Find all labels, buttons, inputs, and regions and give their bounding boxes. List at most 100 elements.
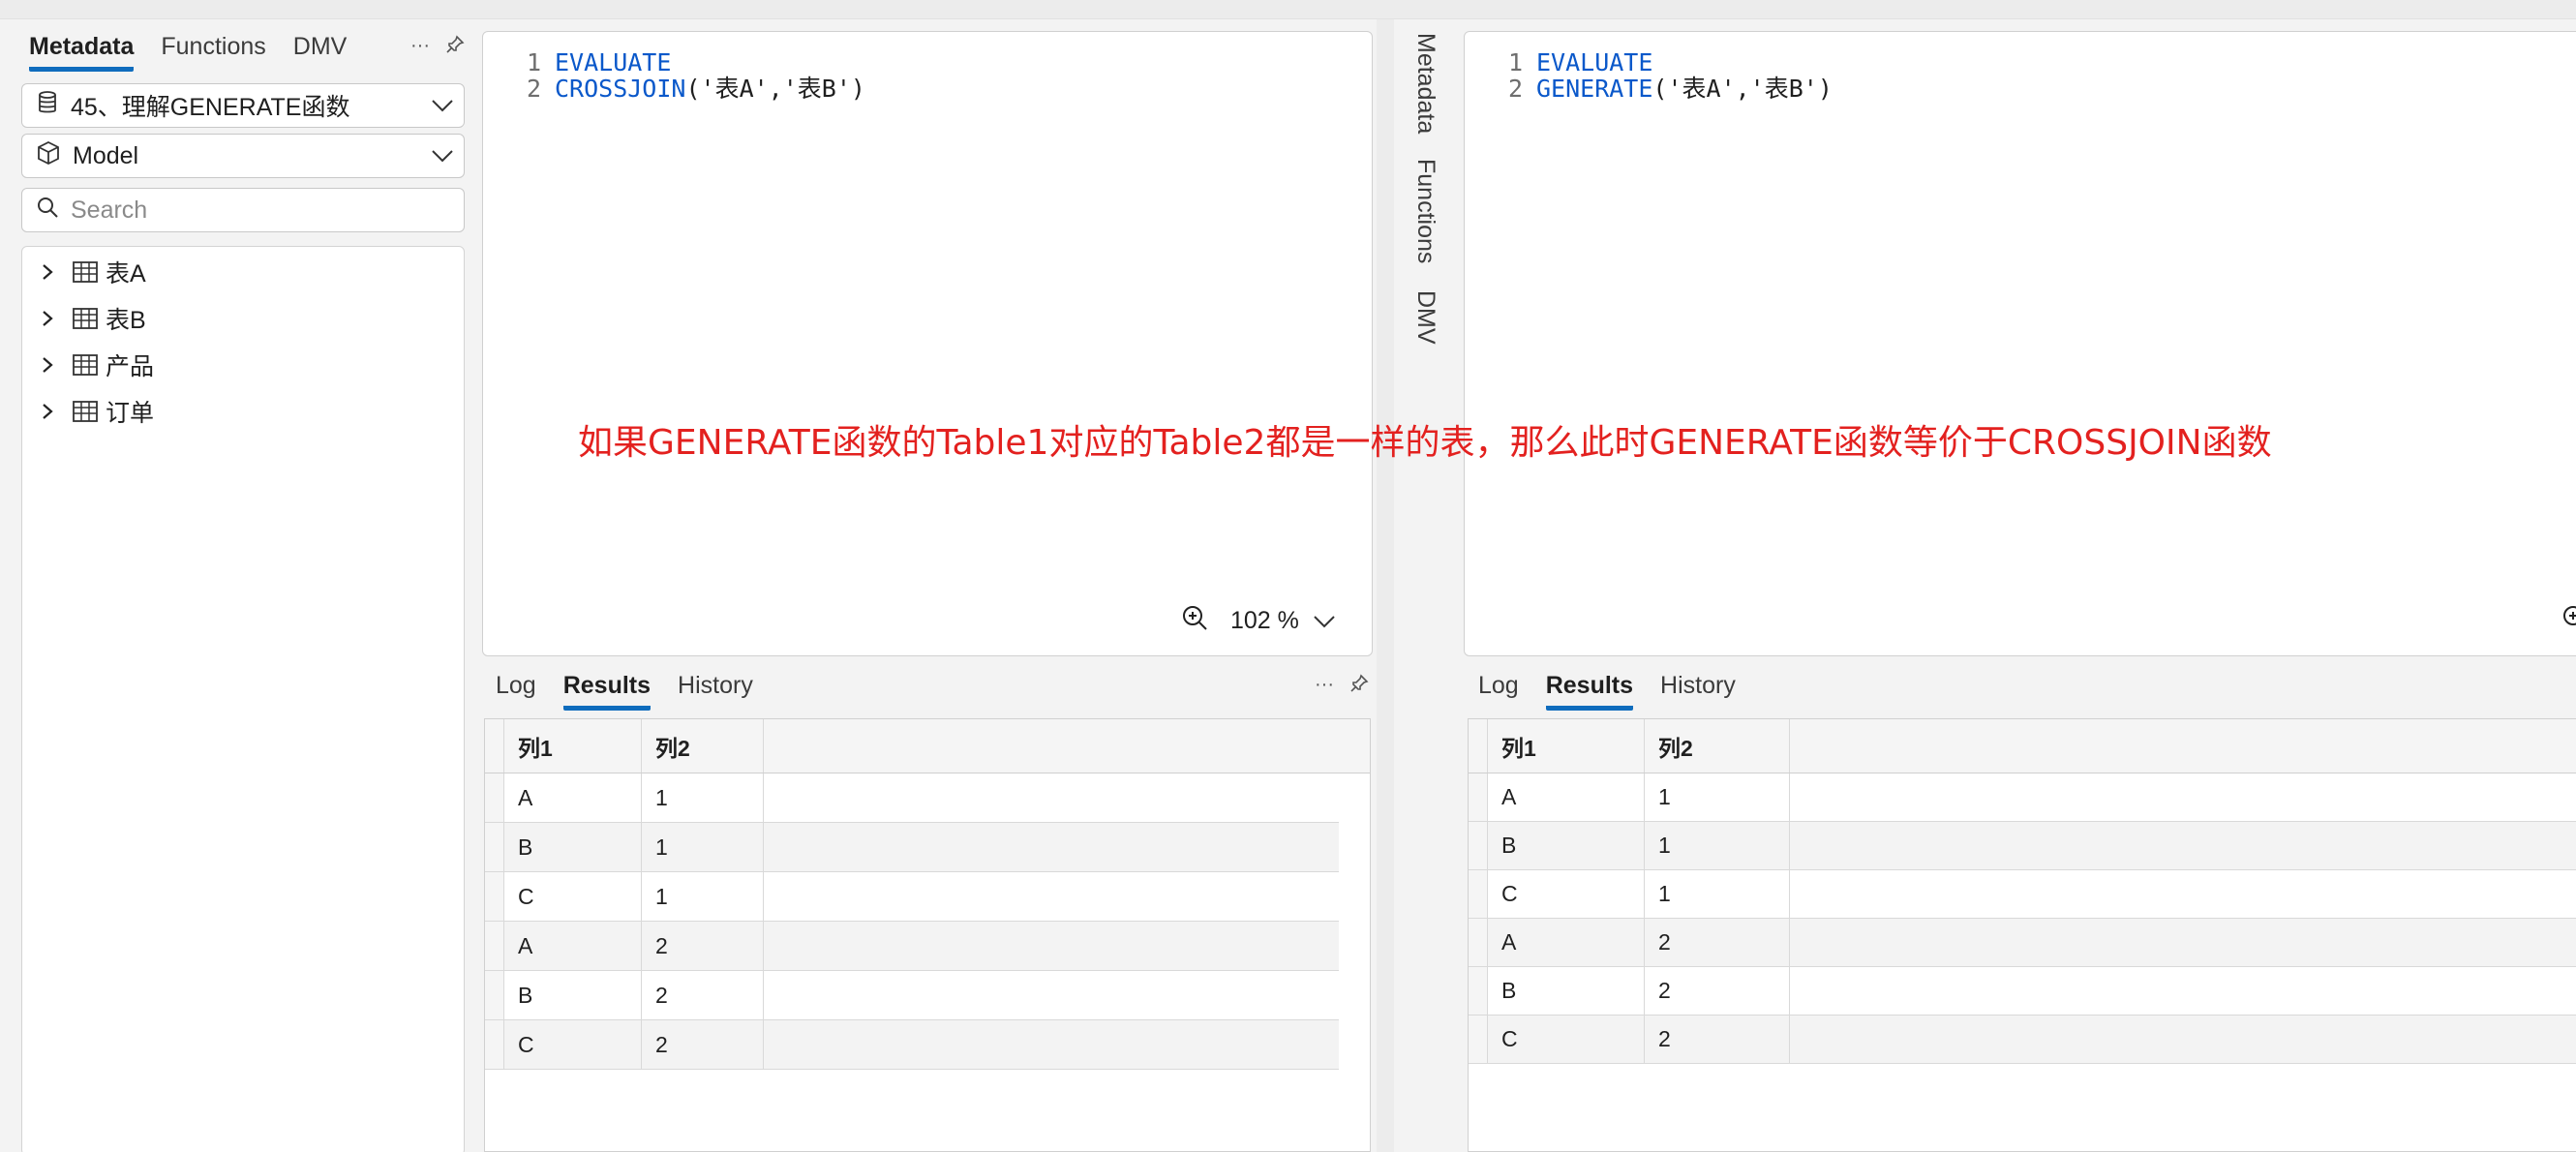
query-editor-right[interactable]: 1 EVALUATE 2 GENERATE('表A','表B') (1464, 31, 2576, 656)
table-row[interactable]: C 1 (1469, 870, 2576, 919)
table-tree: 表A 表B 产品 订单 (21, 246, 465, 1152)
column-header[interactable]: 列2 (642, 719, 764, 773)
zoom-control[interactable]: 102 % (1180, 603, 1336, 639)
grid-cell: C (1488, 1016, 1645, 1063)
model-dropdown[interactable]: Model (21, 134, 465, 178)
table-row[interactable]: A 2 (485, 922, 1339, 971)
query-editor-left[interactable]: 1 EVALUATE 2 CROSSJOIN('表A','表B') 102 % (482, 31, 1373, 656)
grid-cell: B (504, 823, 642, 871)
row-gutter (1469, 967, 1488, 1015)
chevron-right-icon[interactable] (38, 403, 57, 420)
results-grid-right: 列1 列2 A 1 B 1 C 1 A 2 B 2 C 2 (1468, 718, 2576, 1152)
tab-log[interactable]: Log (496, 672, 536, 711)
column-header[interactable]: 列1 (504, 719, 642, 773)
pin-icon[interactable] (1349, 674, 1369, 699)
table-row[interactable]: A 2 (1469, 919, 2576, 967)
table-row[interactable]: A 1 (485, 773, 1339, 823)
pin-icon[interactable] (445, 35, 465, 60)
chevron-down-icon[interactable] (421, 135, 464, 177)
row-gutter (485, 922, 504, 970)
results-tabs-left: Log Results History (496, 672, 753, 711)
row-gutter (485, 773, 504, 822)
grid-cell: C (1488, 870, 1645, 918)
table-row[interactable]: C 2 (1469, 1016, 2576, 1064)
zoom-control[interactable] (2561, 603, 2576, 639)
chevron-down-icon[interactable] (421, 84, 464, 127)
metadata-tabs: Metadata Functions DMV (29, 33, 347, 72)
code-area[interactable]: 1 EVALUATE 2 GENERATE('表A','表B') (1501, 49, 1833, 102)
table-row[interactable]: B 1 (485, 823, 1339, 872)
model-name: Model (73, 141, 139, 169)
line-number: 1 (1507, 48, 1523, 76)
tab-functions[interactable]: Functions (1411, 159, 1440, 263)
metadata-pane: Metadata Functions DMV ··· 45、理解GENERATE… (0, 19, 474, 1152)
grid-header: 列1 列2 (1469, 719, 2576, 773)
tab-results[interactable]: Results (1545, 672, 1634, 711)
line-number: 2 (526, 75, 541, 103)
zoom-in-icon[interactable] (1180, 603, 1209, 639)
row-gutter (1469, 822, 1488, 869)
row-gutter (1469, 1016, 1488, 1063)
metadata-pane-tools: ··· (410, 35, 465, 60)
grid-cell: 1 (642, 823, 764, 871)
tab-metadata[interactable]: Metadata (1411, 33, 1440, 134)
zoom-in-icon[interactable] (2561, 603, 2576, 639)
table-row[interactable]: A 1 (1469, 773, 2576, 822)
code-keyword: EVALUATE (1536, 48, 1653, 76)
chevron-right-icon[interactable] (38, 356, 57, 374)
table-icon (73, 260, 98, 284)
column-header[interactable]: 列1 (1488, 719, 1645, 773)
table-icon (73, 400, 98, 423)
window-divider (1377, 19, 1394, 1152)
row-gutter (1469, 870, 1488, 918)
line-number: 2 (1507, 75, 1523, 103)
more-icon[interactable]: ··· (410, 35, 430, 60)
table-row[interactable]: C 1 (485, 872, 1339, 922)
database-dropdown[interactable]: 45、理解GENERATE函数 (21, 83, 465, 128)
tree-item-table[interactable]: 产品 (22, 346, 464, 384)
database-icon (36, 90, 59, 122)
table-row[interactable]: B 1 (1469, 822, 2576, 870)
column-header[interactable]: 列2 (1645, 719, 1790, 773)
grid-cell: B (1488, 967, 1645, 1015)
chevron-right-icon[interactable] (38, 263, 57, 281)
grid-cell: B (504, 971, 642, 1019)
tab-functions[interactable]: Functions (161, 33, 265, 72)
chevron-right-icon[interactable] (38, 310, 57, 327)
tab-dmv[interactable]: DMV (293, 33, 348, 72)
cube-icon (36, 140, 61, 172)
grid-cell: 2 (642, 922, 764, 970)
tree-item-table[interactable]: 表B (22, 299, 464, 338)
tab-dmv[interactable]: DMV (1411, 290, 1440, 345)
row-gutter (485, 1020, 504, 1069)
tree-item-table[interactable]: 订单 (22, 392, 464, 431)
code-function: CROSSJOIN (555, 75, 686, 103)
chevron-down-icon[interactable] (1313, 607, 1336, 635)
tab-results[interactable]: Results (562, 672, 652, 711)
tab-log[interactable]: Log (1478, 672, 1519, 711)
grid-cell: 2 (1645, 967, 1790, 1015)
table-row[interactable]: B 2 (1469, 967, 2576, 1016)
more-icon[interactable]: ··· (1315, 674, 1334, 699)
search-icon (36, 196, 59, 226)
tab-history[interactable]: History (678, 672, 753, 711)
tree-item-table[interactable]: 表A (22, 253, 464, 291)
tab-metadata[interactable]: Metadata (29, 33, 135, 72)
search-input[interactable] (71, 196, 439, 225)
table-icon (73, 307, 98, 330)
metadata-search (21, 188, 465, 232)
tree-item-label: 表A (106, 260, 146, 288)
table-icon (73, 353, 98, 377)
table-row[interactable]: C 2 (485, 1020, 1339, 1070)
grid-cell: B (1488, 822, 1645, 869)
tree-item-label: 订单 (106, 400, 155, 427)
results-tabs-right: Log Results History (1478, 672, 1736, 711)
window-top-strip (0, 0, 2576, 19)
row-gutter (1469, 919, 1488, 966)
table-row[interactable]: B 2 (485, 971, 1339, 1020)
grid-cell: 2 (1645, 1016, 1790, 1063)
grid-cell: A (504, 922, 642, 970)
code-area[interactable]: 1 EVALUATE 2 CROSSJOIN('表A','表B') (520, 49, 865, 102)
tab-history[interactable]: History (1660, 672, 1736, 711)
database-name: 45、理解GENERATE函数 (71, 94, 350, 121)
